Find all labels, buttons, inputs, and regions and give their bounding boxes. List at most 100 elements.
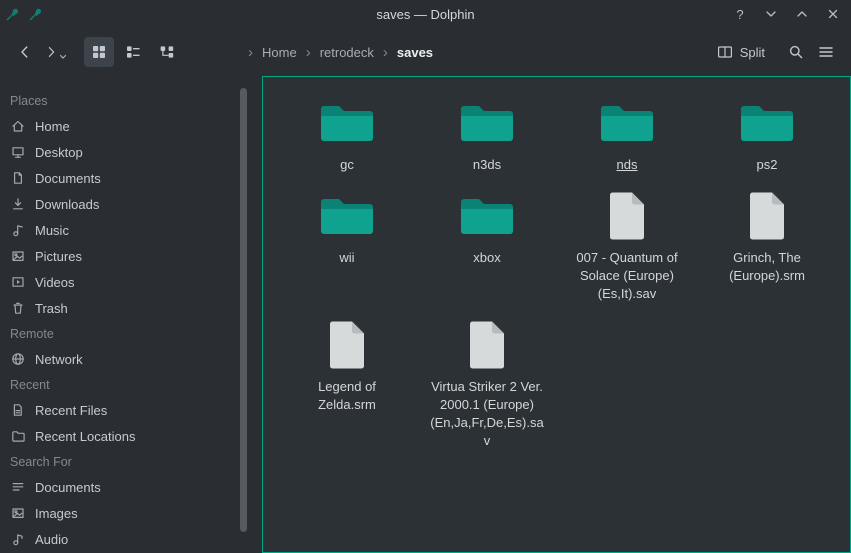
- desktop-icon: [10, 144, 26, 160]
- pin-icon: [6, 7, 20, 21]
- maximize-button[interactable]: [794, 6, 810, 22]
- sidebar-section-places: Places: [0, 88, 262, 113]
- titlebar[interactable]: saves — Dolphin ?: [0, 0, 851, 28]
- sidebar-item-label: Trash: [35, 301, 68, 316]
- breadcrumb: ›Home›retrodeck›saves: [248, 45, 433, 60]
- sidebar-item-documents[interactable]: Documents: [0, 474, 262, 500]
- sidebar-item-images[interactable]: Images: [0, 500, 262, 526]
- item-name: nds: [617, 156, 638, 174]
- breadcrumb-separator-icon: ›: [248, 45, 253, 60]
- item-name: xbox: [473, 249, 500, 267]
- sidebar-item-audio[interactable]: Audio: [0, 526, 262, 552]
- details-view-button[interactable]: [118, 37, 148, 67]
- sidebar-item-downloads[interactable]: Downloads: [0, 191, 262, 217]
- recent-file-icon: [10, 402, 26, 418]
- item-name: ps2: [757, 156, 778, 174]
- sidebar-item-label: Downloads: [35, 197, 99, 212]
- doc-list-icon: [10, 479, 26, 495]
- sidebar-item-label: Desktop: [35, 145, 83, 160]
- item-name: Legend of Zelda.srm: [288, 378, 406, 414]
- dolphin-window: saves — Dolphin ? ›Home›retrodeck›saves …: [0, 0, 851, 553]
- music-icon: [10, 222, 26, 238]
- item-name: gc: [340, 156, 354, 174]
- icons-view-button[interactable]: [84, 37, 114, 67]
- sidebar-item-trash[interactable]: Trash: [0, 295, 262, 321]
- chevron-down-icon: [59, 54, 67, 60]
- audio-icon: [10, 531, 26, 547]
- tree-view-button[interactable]: [152, 37, 182, 67]
- sidebar-item-label: Documents: [35, 480, 101, 495]
- folder-icon: [318, 95, 376, 151]
- item-name: n3ds: [473, 156, 501, 174]
- file-icon: [327, 317, 367, 373]
- help-button[interactable]: ?: [732, 6, 748, 22]
- file-item-007-quantum-of-solace-europe-es-it-sav[interactable]: 007 - Quantum of Solace (Europe) (Es,It)…: [560, 188, 694, 303]
- item-name: Grinch, The (Europe).srm: [708, 249, 826, 285]
- folder-item-wii[interactable]: wii: [280, 188, 414, 267]
- close-button[interactable]: [825, 6, 841, 22]
- breadcrumb-item-home[interactable]: Home: [262, 45, 297, 60]
- folder-icon: [318, 188, 376, 244]
- sidebar-item-pictures[interactable]: Pictures: [0, 243, 262, 269]
- window-title: saves — Dolphin: [376, 7, 474, 22]
- sidebar-section-search-for: Search For: [0, 449, 262, 474]
- file-icon: [607, 188, 647, 244]
- sidebar-item-documents[interactable]: Documents: [0, 165, 262, 191]
- sidebar-item-recent-files[interactable]: Recent Files: [0, 397, 262, 423]
- folder-item-n3ds[interactable]: n3ds: [420, 95, 554, 174]
- sidebar-item-home[interactable]: Home: [0, 113, 262, 139]
- sidebar-item-label: Images: [35, 506, 78, 521]
- sidebar-sections: PlacesHome Desktop Documents Downloads Music…: [0, 88, 262, 552]
- sidebar-section-recent: Recent: [0, 372, 262, 397]
- split-button[interactable]: Split: [709, 37, 773, 67]
- breadcrumb-item-saves[interactable]: saves: [397, 45, 433, 60]
- folder-icon: [458, 188, 516, 244]
- item-name: Virtua Striker 2 Ver. 2000.1 (Europe) (E…: [428, 378, 546, 450]
- sidebar-item-label: Documents: [35, 171, 101, 186]
- folder-view[interactable]: gc n3ds nds ps2 wii xbox 007 - Quantum of Sola…: [262, 76, 851, 553]
- main-area: PlacesHome Desktop Documents Downloads Music…: [0, 76, 851, 553]
- trash-icon: [10, 300, 26, 316]
- split-label: Split: [740, 45, 765, 60]
- folder-item-nds[interactable]: nds: [560, 95, 694, 174]
- file-item-legend-of-zelda-srm[interactable]: Legend of Zelda.srm: [280, 317, 414, 414]
- sidebar-item-music[interactable]: Music: [0, 217, 262, 243]
- forward-button[interactable]: [40, 37, 70, 67]
- places-panel: PlacesHome Desktop Documents Downloads Music…: [0, 76, 262, 553]
- image-icon: [10, 248, 26, 264]
- download-icon: [10, 196, 26, 212]
- document-icon: [10, 170, 26, 186]
- image-icon: [10, 505, 26, 521]
- sidebar-item-recent-locations[interactable]: Recent Locations: [0, 423, 262, 449]
- folder-icon: [738, 95, 796, 151]
- sidebar-item-videos[interactable]: Videos: [0, 269, 262, 295]
- view-mode-group: [84, 37, 182, 67]
- folder-icon: [458, 95, 516, 151]
- forward-icon: [44, 45, 58, 59]
- file-item-grinch-the-europe-srm[interactable]: Grinch, The (Europe).srm: [700, 188, 834, 285]
- breadcrumb-item-retrodeck[interactable]: retrodeck: [320, 45, 374, 60]
- minimize-button[interactable]: [763, 6, 779, 22]
- sidebar-scrollbar[interactable]: [240, 88, 247, 532]
- file-icon: [467, 317, 507, 373]
- item-name: 007 - Quantum of Solace (Europe) (Es,It)…: [568, 249, 686, 303]
- menu-button[interactable]: [811, 37, 841, 67]
- pin-icon: [29, 7, 43, 21]
- sidebar-item-label: Videos: [35, 275, 75, 290]
- folder-item-ps2[interactable]: ps2: [700, 95, 834, 174]
- toolbar: ›Home›retrodeck›saves Split: [0, 28, 851, 76]
- network-icon: [10, 351, 26, 367]
- sidebar-item-label: Audio: [35, 532, 68, 547]
- back-button[interactable]: [10, 37, 40, 67]
- sidebar-item-desktop[interactable]: Desktop: [0, 139, 262, 165]
- window-controls: ?: [732, 0, 841, 28]
- sidebar-item-label: Music: [35, 223, 69, 238]
- search-button[interactable]: [781, 37, 811, 67]
- sidebar-item-label: Recent Files: [35, 403, 107, 418]
- file-item-virtua-striker-2-ver-2000-1-europe-en-ja-fr-de-es-sav[interactable]: Virtua Striker 2 Ver. 2000.1 (Europe) (E…: [420, 317, 554, 450]
- folder-item-xbox[interactable]: xbox: [420, 188, 554, 267]
- folder-item-gc[interactable]: gc: [280, 95, 414, 174]
- sidebar-item-label: Network: [35, 352, 83, 367]
- file-icon: [747, 188, 787, 244]
- sidebar-item-network[interactable]: Network: [0, 346, 262, 372]
